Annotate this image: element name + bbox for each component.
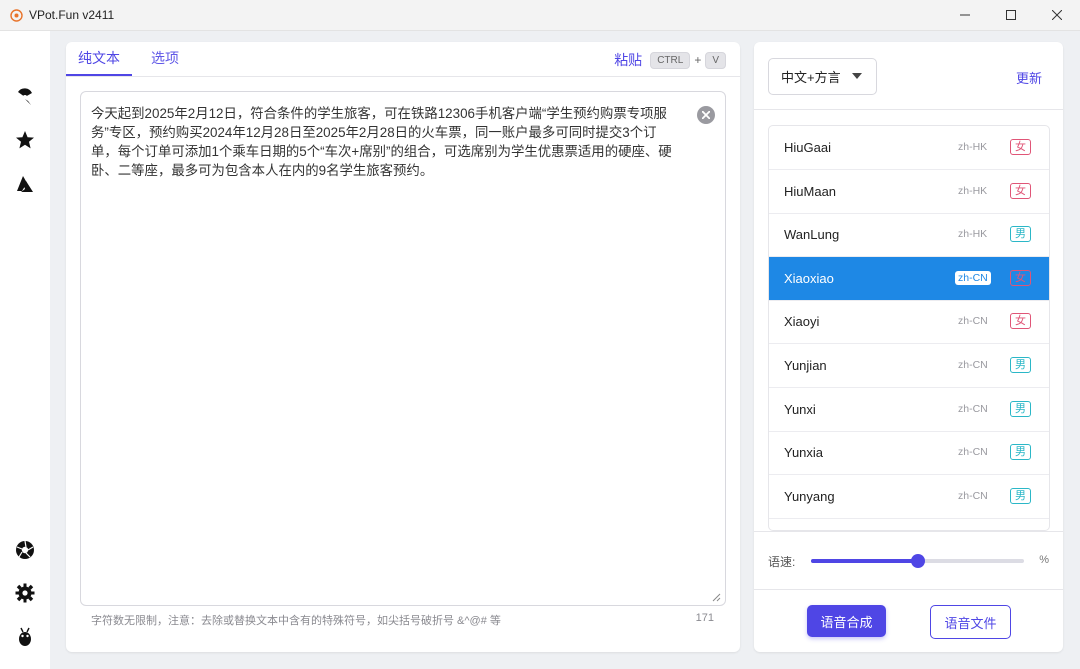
close-icon	[1052, 10, 1062, 20]
voice-list-item[interactable]: Yunjian zh-CN 男	[769, 344, 1049, 388]
voice-locale-badge: zh-CN	[958, 359, 988, 371]
synthesize-button[interactable]: 语音合成	[807, 605, 886, 637]
minimize-icon	[960, 14, 970, 16]
voice-locale-badge: zh-CN	[958, 315, 988, 328]
aperture-icon[interactable]	[13, 538, 37, 562]
tab-options[interactable]: 选项	[138, 42, 192, 75]
voice-name: Yunjian	[784, 358, 827, 373]
voice-name: WanLung	[784, 227, 840, 243]
voice-gender-badge: 女	[1010, 313, 1031, 330]
input-hint: 字符数无限制，注意：去除或替换文本中含有的特殊符号，如尖括号破折号 &^@# 等	[91, 615, 501, 627]
shortcut-plus: +	[694, 53, 702, 67]
audio-file-button[interactable]: 语音文件	[930, 605, 1011, 639]
close-icon	[702, 111, 710, 119]
voice-locale-badge: zh-HK	[958, 228, 988, 241]
voice-gender-badge: 男	[1010, 487, 1031, 504]
voice-list-item[interactable]: Xiaoyi zh-CN 女	[769, 300, 1049, 345]
star-icon[interactable]	[13, 128, 37, 152]
voice-gender-badge: 女	[1010, 269, 1031, 286]
sidebar	[0, 31, 50, 669]
voice-locale-badge: zh-CN	[955, 270, 991, 285]
divider	[754, 531, 1063, 532]
ctrl-key-badge: CTRL	[650, 51, 691, 69]
voice-locale-badge: zh-HK	[958, 141, 988, 153]
voice-gender-badge: 男	[1010, 444, 1031, 461]
voice-name: HiuMaan	[784, 183, 837, 199]
window-title: VPot.Fun v2411	[29, 8, 115, 22]
title-bar: VPot.Fun v2411	[0, 0, 1080, 31]
divider	[754, 109, 1063, 110]
resize-handle-icon[interactable]	[711, 592, 721, 602]
voice-gender-badge: 女	[1010, 182, 1031, 199]
voice-list-item[interactable]: WanLung zh-HK 男	[769, 213, 1049, 258]
voice-name: Xiaoxiao	[784, 270, 834, 286]
language-select-value: 中文+方言	[781, 70, 841, 85]
paste-button[interactable]: 粘贴	[614, 50, 642, 70]
voice-name: Yunxia	[784, 445, 824, 461]
speed-label: 语速:	[768, 555, 796, 569]
voice-name: Yunyang	[784, 488, 835, 504]
v-key-badge: V	[705, 51, 726, 69]
voice-list-item[interactable]: Yunxi zh-CN 男	[769, 388, 1049, 432]
voice-locale-badge: zh-HK	[958, 184, 988, 197]
voice-list-item[interactable]: Yunyang zh-CN 男	[769, 475, 1049, 519]
chevron-down-icon	[852, 73, 862, 79]
divider	[754, 589, 1063, 590]
tab-options-label: 选项	[151, 50, 179, 66]
azure-icon[interactable]	[13, 172, 37, 196]
voice-list-item[interactable]: Yunxia zh-CN 男	[769, 431, 1049, 476]
voice-locale-badge: zh-CN	[958, 402, 988, 415]
voice-gender-badge: 女	[1010, 139, 1031, 155]
editor-tabs: 纯文本 选项 粘贴 CTRL + V	[66, 42, 740, 77]
voice-name: Xiaoyi	[784, 314, 820, 330]
text-input-area[interactable]: 今天起到2025年2月12日，符合条件的学生旅客，可在铁路12306手机客户端“…	[80, 91, 726, 606]
language-select[interactable]: 中文+方言	[768, 58, 877, 95]
speed-unit: %	[1039, 554, 1049, 566]
update-button[interactable]: 更新	[1016, 68, 1042, 87]
voice-list-item[interactable]: HiuMaan zh-HK 女	[769, 170, 1049, 214]
input-text[interactable]: 今天起到2025年2月12日，符合条件的学生旅客，可在铁路12306手机客户端“…	[91, 104, 683, 180]
close-button[interactable]	[1034, 0, 1080, 30]
bug-icon[interactable]	[13, 625, 37, 649]
voice-gender-badge: 男	[1010, 357, 1031, 373]
voice-list[interactable]: HiuGaai zh-HK 女 HiuMaan zh-HK 女 WanLung zh-HK 男 X…	[768, 125, 1050, 531]
voice-locale-badge: zh-CN	[958, 446, 988, 459]
voice-gender-badge: 男	[1010, 400, 1031, 417]
maximize-icon	[1006, 10, 1016, 20]
edge-browser-icon[interactable]	[13, 85, 37, 109]
active-tab-indicator	[66, 74, 132, 76]
editor-panel: 纯文本 选项 粘贴 CTRL + V 今天起到2025年2月12日，符合条件的学…	[66, 42, 740, 652]
gear-icon[interactable]	[13, 581, 37, 605]
voice-list-item[interactable]: Xiaoxiao zh-CN 女	[769, 256, 1049, 301]
maximize-button[interactable]	[988, 0, 1034, 30]
voice-panel: 中文+方言 更新 HiuGaai zh-HK 女 HiuMaan zh-HK 女 WanLu…	[754, 42, 1063, 652]
voice-name: Yunxi	[784, 401, 816, 417]
tab-plain-text[interactable]: 纯文本	[66, 42, 132, 76]
paste-shortcut: 粘贴 CTRL + V	[614, 50, 726, 70]
app-logo-icon	[9, 8, 23, 22]
speed-slider[interactable]	[811, 554, 1024, 568]
clear-text-button[interactable]	[697, 106, 715, 124]
voice-name: HiuGaai	[784, 140, 831, 155]
voice-list-item[interactable]: HiuGaai zh-HK 女	[769, 126, 1049, 170]
char-count: 171	[695, 612, 714, 624]
minimize-button[interactable]	[942, 0, 988, 30]
speed-slider-fill	[811, 559, 918, 563]
speed-slider-thumb[interactable]	[910, 554, 925, 568]
tab-plain-text-label: 纯文本	[78, 50, 120, 66]
voice-gender-badge: 男	[1010, 226, 1031, 243]
voice-locale-badge: zh-CN	[958, 489, 988, 502]
